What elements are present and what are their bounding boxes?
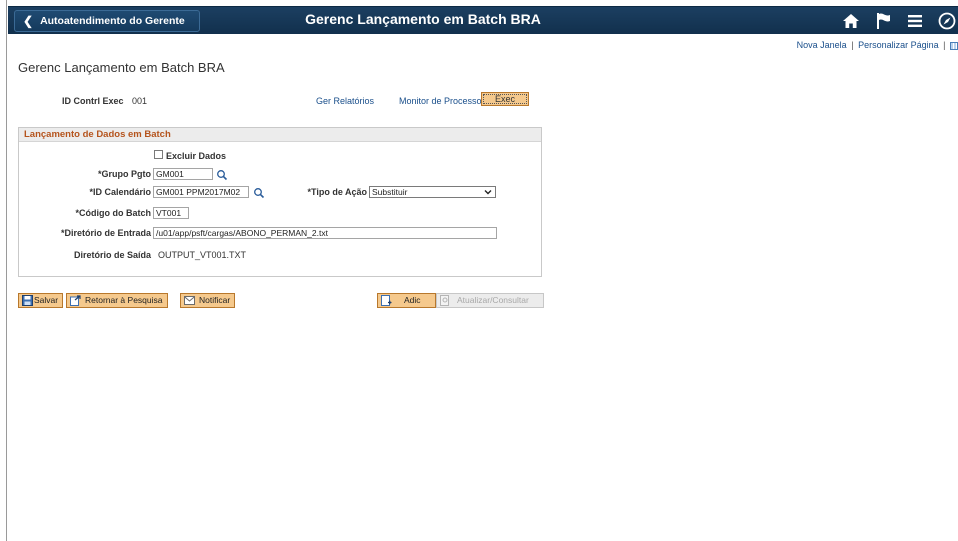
batch-data-group: Lançamento de Dados em Batch Excluir Dad… (18, 127, 542, 277)
input-directory-label: *Diretório de Entrada (60, 228, 151, 238)
page-title: Gerenc Lançamento em Batch BRA (18, 60, 225, 75)
add-button[interactable]: Adic (377, 293, 436, 308)
update-display-button[interactable]: Atualizar/Consultar (436, 293, 544, 308)
compass-icon[interactable] (936, 10, 958, 32)
top-banner: ❮ Autoatendimento do Gerente Gerenc Lanç… (8, 6, 958, 34)
menu-icon[interactable] (904, 10, 926, 32)
return-to-search-button[interactable]: Retornar à Pesquisa (66, 293, 168, 308)
delete-data-label: Excluir Dados (166, 151, 227, 161)
home-icon[interactable] (840, 10, 862, 32)
pay-group-label: *Grupo Pgto (98, 169, 151, 179)
return-to-search-label: Retornar à Pesquisa (85, 295, 163, 305)
notify-button[interactable]: Notificar (180, 293, 236, 308)
run-control-row: ID Contrl Exec 001 (62, 96, 147, 106)
group-title: Lançamento de Dados em Batch (19, 128, 541, 142)
action-type-select[interactable]: Substituir (369, 186, 496, 198)
add-icon (381, 295, 392, 306)
add-label: Adic (404, 295, 421, 305)
input-directory-input[interactable]: /u01/app/psft/cargas/ABONO_PERMAN_2.txt (153, 227, 497, 239)
return-search-icon (70, 295, 81, 306)
banner-icons (840, 10, 958, 32)
save-button[interactable]: Salvar (18, 293, 64, 308)
window-frame-left (0, 0, 7, 541)
report-manager-link[interactable]: Ger Relatórios (316, 96, 374, 106)
action-type-value: Substituir (372, 187, 408, 197)
run-control-value: 001 (132, 96, 148, 106)
process-monitor-link[interactable]: Monitor de Processos (399, 96, 486, 106)
link-separator: | (943, 40, 946, 50)
update-display-label: Atualizar/Consultar (457, 295, 529, 305)
batch-code-label: *Código do Batch (75, 208, 152, 218)
save-label: Salvar (34, 295, 59, 305)
batch-code-input[interactable]: VT001 (153, 207, 189, 219)
output-directory-label: Diretório de Saída (73, 250, 151, 260)
pay-group-search-icon[interactable] (216, 169, 228, 181)
delete-data-checkbox[interactable] (154, 150, 163, 159)
output-directory-value: OUTPUT_VT001.TXT (158, 250, 247, 260)
update-display-icon (440, 295, 449, 306)
action-type-label: *Tipo de Ação (307, 187, 367, 197)
flag-icon[interactable] (872, 10, 894, 32)
run-button[interactable]: Exec (481, 92, 529, 106)
banner-title: Gerenc Lançamento em Batch BRA (305, 11, 541, 27)
calendar-id-input[interactable]: GM001 PPM2017M02 (153, 186, 249, 198)
save-icon (22, 295, 33, 306)
chevron-down-icon (484, 190, 492, 195)
new-window-link[interactable]: Nova Janela (797, 40, 847, 50)
calendar-id-search-icon[interactable] (253, 187, 265, 199)
notify-label: Notificar (199, 295, 231, 305)
run-control-label: ID Contrl Exec (62, 96, 124, 106)
grid-icon[interactable] (950, 41, 958, 50)
page-links: Nova Janela | Personalizar Página | (797, 40, 958, 50)
notify-icon (184, 296, 195, 305)
personalize-page-link[interactable]: Personalizar Página (858, 40, 939, 50)
calendar-id-label: *ID Calendário (89, 187, 151, 197)
link-separator: | (851, 40, 854, 50)
pay-group-input[interactable]: GM001 (153, 168, 213, 180)
